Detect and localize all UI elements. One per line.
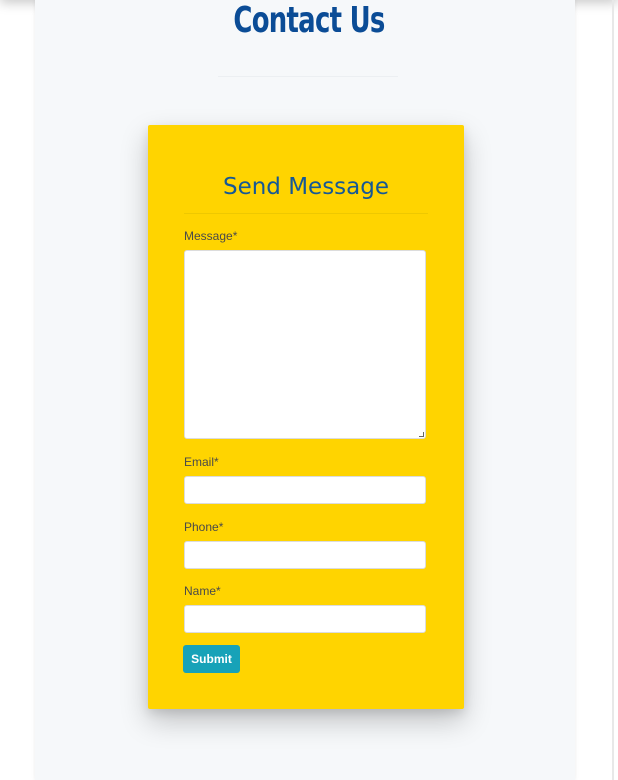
title-divider (218, 76, 398, 77)
page-title: Contact Us (233, 0, 385, 41)
scrollbar-edge (612, 0, 614, 780)
email-label: Email* (184, 455, 219, 469)
name-field[interactable] (184, 605, 426, 633)
submit-button[interactable]: Submit (183, 645, 240, 673)
resize-handle-icon[interactable] (419, 432, 424, 437)
phone-label: Phone* (184, 520, 224, 534)
send-message-form: Send Message Message* Email* Phone* Name… (148, 125, 464, 709)
message-textarea[interactable] (184, 250, 426, 439)
name-label: Name* (184, 584, 221, 598)
form-divider (184, 213, 428, 214)
email-field[interactable] (184, 476, 426, 504)
phone-field[interactable] (184, 541, 426, 569)
message-label: Message* (184, 229, 238, 243)
form-title: Send Message (222, 174, 390, 200)
